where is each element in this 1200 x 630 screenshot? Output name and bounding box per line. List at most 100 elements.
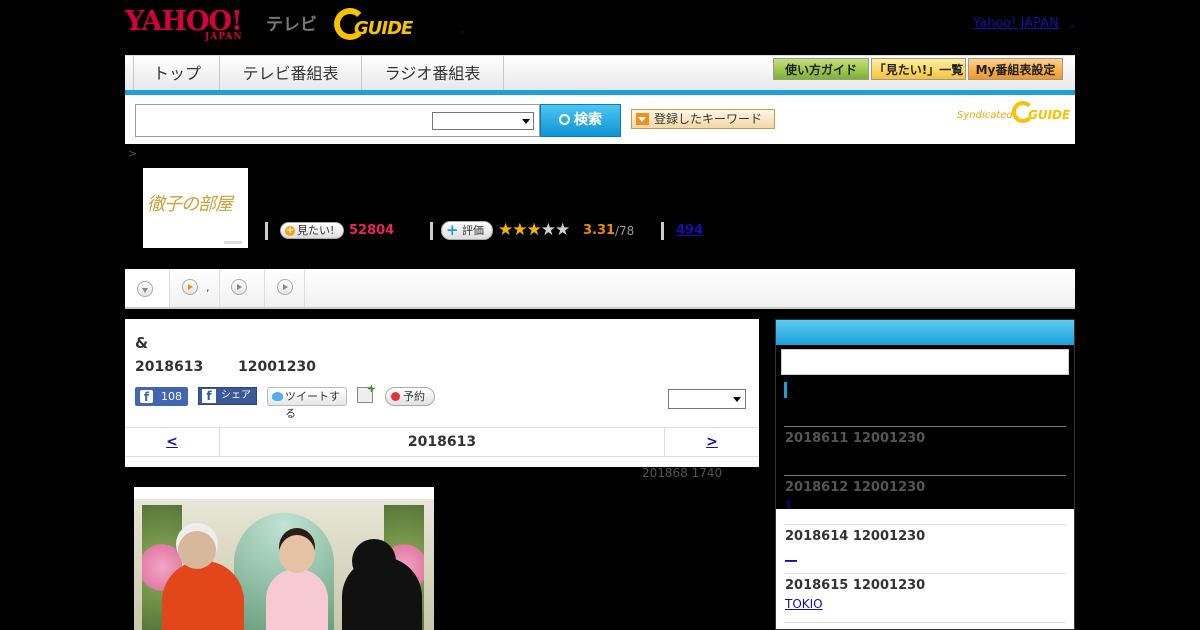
- comments-count-link[interactable]: 494: [676, 223, 703, 238]
- sidebar-episode-link[interactable]: __: [785, 548, 797, 562]
- subtab-2[interactable]: ,: [170, 269, 220, 307]
- facebook-icon: f: [202, 389, 216, 403]
- search-button-label: 検索: [574, 112, 602, 128]
- tweet-label: ツイートする: [285, 390, 340, 420]
- rating-count: /78: [615, 224, 635, 238]
- guest-head: [279, 535, 315, 573]
- rate-button[interactable]: + 評価: [441, 221, 493, 240]
- reserve-button[interactable]: 予約: [385, 387, 435, 406]
- tab-radio-schedule[interactable]: ラジオ番組表: [362, 56, 504, 91]
- guest-figure: [162, 561, 244, 630]
- sidebar-episode-date: 2018612 12001230: [785, 480, 926, 495]
- facebook-share-label: シェア: [221, 390, 251, 401]
- episode-panel: & 2018613 12001230 f 108 f シェア ツイートする 予約…: [125, 319, 759, 467]
- guest-figure: [266, 569, 328, 630]
- chevron-down-icon: [733, 397, 741, 402]
- down-arrow-icon: [137, 281, 153, 297]
- episode-photo: [134, 487, 434, 630]
- gguide-text: GUIDE: [354, 18, 413, 39]
- star-empty-icon: ★: [555, 220, 570, 240]
- host-head: [352, 539, 396, 583]
- rating-value: 3.31: [583, 223, 616, 238]
- program-subtabs: ,: [125, 269, 1075, 309]
- sidebar-episode-item[interactable]: 2018615 12001230 TOKIO: [785, 578, 925, 612]
- record-icon: [391, 392, 400, 401]
- thumbnail-title: 徹子の部屋: [147, 194, 233, 215]
- registered-keywords-button[interactable]: 登録したキーワード: [631, 109, 775, 129]
- facebook-share-button[interactable]: f シェア: [198, 387, 257, 405]
- star-filled-icon: ★: [498, 220, 513, 240]
- divider: [661, 222, 664, 240]
- episode-date: 2018613: [135, 359, 204, 375]
- divider: [265, 222, 268, 240]
- page: YAHOO! JAPAN テレビ GUIDE , Yahoo! JAPAN , …: [0, 0, 1200, 630]
- rate-label: 評価: [462, 224, 484, 237]
- other-episodes-sidebar: 2018611 12001230 2018612 12001230 1 2018…: [775, 319, 1075, 630]
- my-schedule-settings-button[interactable]: My番組表設定: [968, 58, 1063, 80]
- syndicated-label: Syndicated: [957, 110, 1013, 121]
- next-episode-link[interactable]: >: [664, 428, 759, 456]
- dropdown-arrow-icon: [636, 113, 649, 125]
- sidebar-episode-link[interactable]: TOKIO: [785, 597, 823, 611]
- play-icon: [277, 279, 293, 295]
- subtab-3[interactable]: [220, 269, 265, 307]
- sidebar-episode-item[interactable]: 2018614 12001230 __: [785, 529, 925, 563]
- subtab-1[interactable]: [125, 269, 170, 307]
- photo-scene: [134, 499, 434, 630]
- chevron-down-icon: [522, 119, 530, 124]
- twitter-bird-icon: [272, 392, 283, 401]
- sidebar-episode-date: 2018614 12001230: [785, 529, 926, 544]
- episode-time: 12001230: [238, 359, 316, 375]
- play-icon: [231, 279, 247, 295]
- yahoo-japan-logo[interactable]: YAHOO! JAPAN: [125, 6, 265, 42]
- tab-tv-schedule[interactable]: テレビ番組表: [220, 56, 362, 91]
- search-category-select[interactable]: [432, 112, 534, 130]
- mitai-list-button[interactable]: 「見たい!」一覧: [871, 58, 966, 80]
- sidebar-episode-date: 2018615 12001230: [785, 578, 926, 593]
- mitai-button[interactable]: + 見たい!: [280, 222, 344, 239]
- subtab-4[interactable]: [265, 269, 305, 307]
- tv-label: テレビ: [266, 15, 317, 35]
- divider: [784, 524, 1066, 525]
- add-calendar-icon[interactable]: [357, 382, 376, 403]
- syndicated-gguide-logo: GUIDE: [1012, 101, 1071, 125]
- registered-keywords-label: 登録したキーワード: [654, 112, 763, 126]
- star-filled-icon: ★: [526, 220, 542, 240]
- yahoo-japan-link-separator: ,: [1070, 16, 1075, 31]
- syndicated-logo-text: GUIDE: [1028, 108, 1071, 122]
- episode-select[interactable]: [668, 389, 746, 409]
- tab-top[interactable]: トップ: [135, 56, 220, 91]
- current-episode-date: 2018613: [407, 434, 477, 450]
- mitai-label: 見たい!: [297, 224, 335, 237]
- yahoo-japan-link[interactable]: Yahoo! JAPAN: [973, 16, 1059, 31]
- main-navbar: トップ テレビ番組表 ラジオ番組表 使い方ガイド 「見たい!」一覧 My番組表設…: [125, 55, 1075, 91]
- divider: [784, 622, 1066, 623]
- star-filled-icon: ★: [512, 220, 527, 240]
- navbar-lead: [125, 56, 134, 91]
- updated-timestamp: 201868 1740: [642, 466, 723, 480]
- episode-title: &: [135, 334, 149, 352]
- search-icon: [559, 114, 570, 125]
- facebook-like-button[interactable]: f 108: [135, 387, 188, 406]
- sidebar-episode-date: 2018611 12001230: [785, 431, 926, 446]
- search-button[interactable]: 検索: [540, 104, 621, 137]
- facebook-like-count: 108: [161, 390, 182, 403]
- logo-subtext: JAPAN: [205, 32, 243, 42]
- program-thumbnail[interactable]: 徹子の部屋: [143, 168, 248, 248]
- gguide-logo[interactable]: GUIDE: [334, 8, 434, 42]
- search-bar: 検索 登録したキーワード Syndicated GUIDE: [125, 95, 1075, 144]
- plus-icon: +: [446, 221, 459, 239]
- divider: [784, 426, 1066, 427]
- facebook-icon: f: [140, 390, 153, 404]
- reserve-label: 予約: [403, 390, 425, 403]
- tweet-button[interactable]: ツイートする: [267, 387, 347, 420]
- sidebar-box: [781, 349, 1069, 375]
- breadcrumb[interactable]: >: [128, 147, 137, 160]
- sidebar-episode-item[interactable]: 2018611 12001230: [785, 431, 925, 446]
- usage-guide-button[interactable]: 使い方ガイド: [773, 58, 869, 80]
- previous-episode-link[interactable]: <: [125, 428, 220, 456]
- header-small-link[interactable]: ,: [461, 24, 464, 35]
- divider: [430, 222, 433, 240]
- subtab-2-label: ,: [206, 281, 210, 294]
- mitai-count: 52804: [349, 223, 395, 238]
